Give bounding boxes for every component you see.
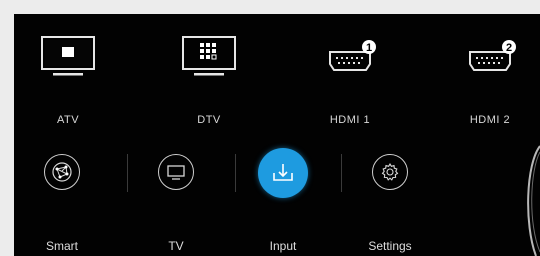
- tv-monitor-icon: [18, 34, 118, 84]
- menu-divider: [127, 154, 128, 192]
- source-label: HDMI 2: [469, 114, 511, 126]
- source-hdmi-2[interactable]: 2 HDMI 2: [440, 34, 540, 134]
- tv-screen: ATV DTV 1 HDMI 1 2 HDMI 2 Smart TV Input…: [14, 14, 540, 256]
- gear-icon: [372, 154, 408, 190]
- menu-settings[interactable]: Settings: [350, 154, 430, 254]
- port-badge: 2: [506, 42, 512, 54]
- menu-divider: [235, 154, 236, 192]
- port-badge: 1: [366, 42, 372, 54]
- input-arrow-icon: [258, 148, 308, 198]
- scroll-arc-decoration: [527, 145, 540, 256]
- source-label: ATV: [56, 114, 80, 126]
- hdmi-port-icon: 2: [440, 34, 540, 84]
- menu-tv[interactable]: TV: [136, 154, 216, 254]
- hdmi-port-icon: 1: [300, 34, 400, 84]
- menu-label: Smart: [45, 239, 78, 253]
- source-hdmi-1[interactable]: 1 HDMI 1: [300, 34, 400, 134]
- source-dtv[interactable]: DTV: [159, 34, 259, 134]
- menu-label: TV: [168, 239, 184, 253]
- smart-network-icon: [44, 154, 80, 190]
- source-label: HDMI 1: [329, 114, 371, 126]
- source-label: DTV: [197, 114, 221, 126]
- tv-grid-icon: [159, 34, 259, 84]
- menu-smart[interactable]: Smart: [22, 154, 102, 254]
- tv-icon: [158, 154, 194, 190]
- menu-divider: [341, 154, 342, 192]
- menu-label: Settings: [368, 239, 412, 253]
- menu-label: Input: [269, 239, 297, 253]
- source-atv[interactable]: ATV: [18, 34, 118, 134]
- menu-input[interactable]: Input: [243, 148, 323, 254]
